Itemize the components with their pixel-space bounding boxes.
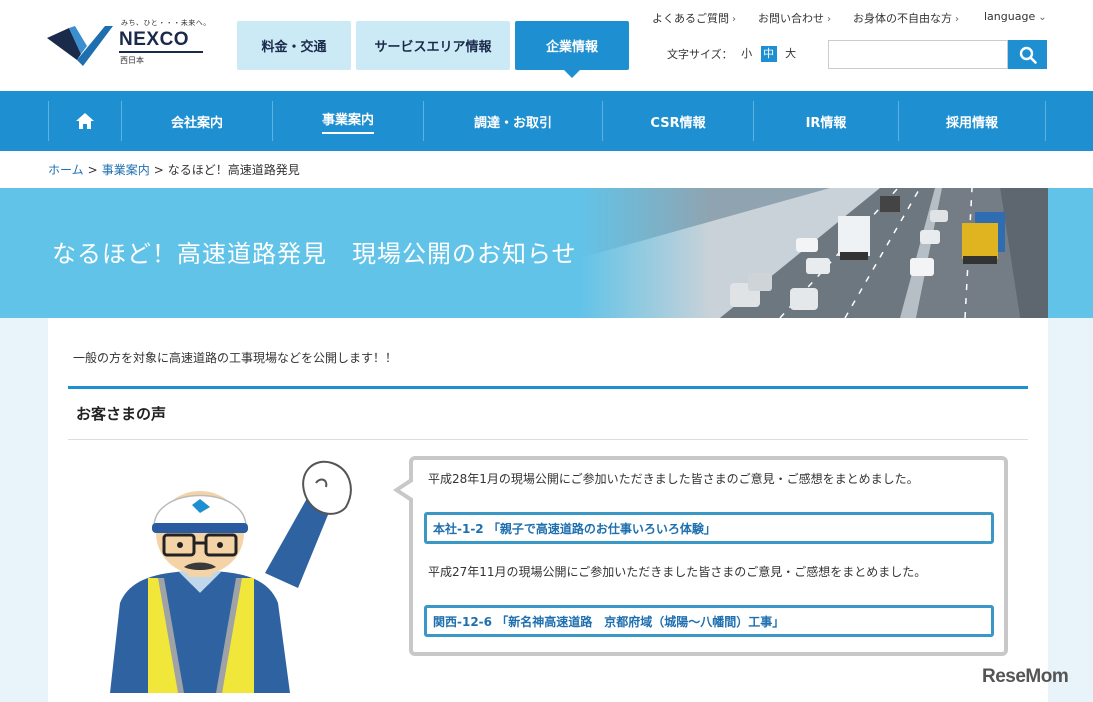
- breadcrumb-business[interactable]: 事業案内: [102, 163, 150, 177]
- site-header: みち、ひと・・・未来へ。 NEXCO 西日本 料金・交通 サービスエリア情報 企…: [0, 0, 1093, 91]
- nav-item-recruit-label: 採用情報: [945, 115, 998, 131]
- breadcrumb: ホーム > 事業案内 > なるほど！高速道路発見: [0, 151, 1093, 188]
- chevron-right-icon: ›: [955, 14, 959, 25]
- voice-2-text: 平成27年11月の現場公開にご参加いただきました皆さまのご意見・ご感想をまとめま…: [428, 565, 927, 579]
- util-link-contact[interactable]: お問い合わせ ›: [758, 10, 831, 26]
- nav-item-procurement-label: 調達・お取引: [473, 115, 552, 131]
- breadcrumb-separator: >: [153, 163, 164, 177]
- resemom-watermark: ReseMom: [982, 666, 1069, 687]
- search-icon: [1019, 46, 1037, 64]
- search-button[interactable]: [1008, 40, 1047, 69]
- nav-item-company-label: 会社案内: [170, 115, 223, 131]
- nav-item-business[interactable]: 事業案内: [272, 101, 423, 141]
- home-icon: [76, 113, 94, 129]
- customer-voices-bubble: 平成28年1月の現場公開にご参加いただきました皆さまのご意見・ご感想をまとめまし…: [393, 456, 1008, 656]
- util-link-contact-label: お問い合わせ: [758, 12, 824, 25]
- top-button-corporate-info[interactable]: 企業情報: [515, 21, 629, 78]
- search-input[interactable]: [828, 40, 1008, 69]
- intro-text: 一般の方を対象に高速道路の工事現場などを公開します！！: [73, 351, 398, 365]
- breadcrumb-home[interactable]: ホーム: [48, 163, 84, 177]
- logo-divider: [119, 51, 203, 53]
- nav-item-procurement[interactable]: 調達・お取引: [423, 101, 602, 141]
- voice-2-link[interactable]: 関西-12-6 「新名神高速道路 京都府域（城陽～八幡間）工事」: [424, 605, 994, 637]
- logo-name: NEXCO: [119, 29, 190, 50]
- nav-item-company[interactable]: 会社案内: [121, 101, 272, 141]
- nav-item-csr-label: CSR情報: [650, 115, 706, 131]
- language-select[interactable]: language ⌄: [984, 10, 1047, 23]
- language-label: language: [984, 10, 1036, 23]
- nav-item-recruit[interactable]: 採用情報: [898, 101, 1046, 141]
- hero-banner: なるほど！高速道路発見 現場公開のお知らせ: [0, 188, 1093, 318]
- breadcrumb-separator: >: [87, 163, 98, 177]
- nav-item-business-label: 事業案内: [321, 109, 374, 134]
- chevron-down-icon: ⌄: [1038, 12, 1047, 23]
- chevron-right-icon: ›: [732, 14, 736, 25]
- util-link-accessibility-label: お身体の不自由な方: [853, 12, 952, 25]
- font-size-small[interactable]: 小: [739, 46, 755, 62]
- top-button-service-area[interactable]: サービスエリア情報: [356, 21, 510, 70]
- util-link-accessibility[interactable]: お身体の不自由な方 ›: [853, 10, 959, 26]
- global-nav: 会社案内 事業案内 調達・お取引 CSR情報 IR情報 採用情報: [0, 91, 1093, 151]
- highway-photo: [580, 188, 1048, 318]
- page-title: なるほど！高速道路発見 現場公開のお知らせ: [52, 240, 577, 268]
- util-link-faq-label: よくあるご質問: [652, 12, 729, 25]
- font-size-label: 文字サイズ：: [667, 48, 733, 61]
- voice-1-text: 平成28年1月の現場公開にご参加いただきました皆さまのご意見・ご感想をまとめまし…: [428, 472, 919, 486]
- breadcrumb-current: なるほど！高速道路発見: [167, 163, 300, 177]
- nexco-logo[interactable]: みち、ひと・・・未来へ。 NEXCO 西日本: [47, 18, 210, 70]
- nav-item-csr[interactable]: CSR情報: [602, 101, 753, 141]
- nav-home[interactable]: [48, 101, 121, 141]
- section-top-rule: [68, 386, 1028, 389]
- util-link-faq[interactable]: よくあるご質問 ›: [652, 10, 736, 26]
- main-content: 一般の方を対象に高速道路の工事現場などを公開します！！ お客さまの声 平成28年…: [48, 318, 1048, 702]
- font-size-large[interactable]: 大: [783, 46, 799, 62]
- chevron-right-icon: ›: [827, 14, 831, 25]
- font-size-switcher: 文字サイズ： 小 中 大: [667, 46, 799, 62]
- worker-illustration: [110, 460, 352, 693]
- nav-item-ir-label: IR情報: [805, 115, 847, 131]
- font-size-medium[interactable]: 中: [760, 46, 777, 62]
- top-button-fares-traffic[interactable]: 料金・交通: [237, 21, 351, 70]
- voice-1-link[interactable]: 本社-1-2 「親子で高速道路のお仕事いろいろ体験」: [424, 512, 994, 544]
- section-divider: [68, 439, 1028, 440]
- logo-tagline: みち、ひと・・・未来へ。: [121, 19, 211, 27]
- nexco-v-logo-icon: [47, 26, 113, 66]
- logo-sub: 西日本: [120, 56, 144, 65]
- nav-item-ir[interactable]: IR情報: [753, 101, 898, 141]
- section-title: お客さまの声: [76, 405, 167, 423]
